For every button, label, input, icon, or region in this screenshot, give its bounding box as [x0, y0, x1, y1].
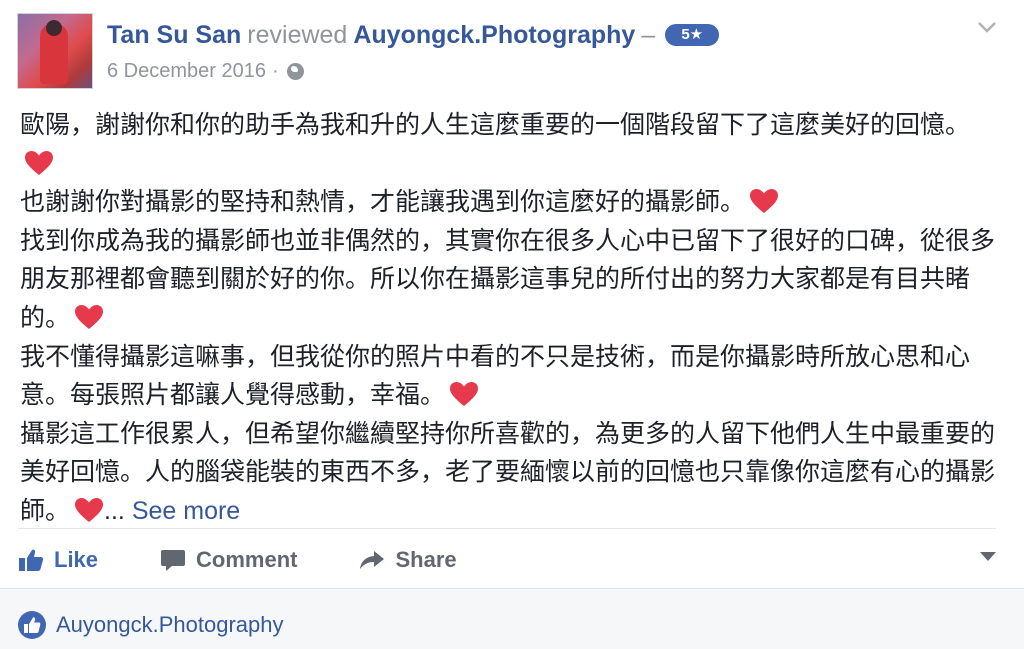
- comment-label: Comment: [196, 547, 298, 572]
- like-label: Like: [54, 547, 99, 572]
- review-paragraph: 我不懂得攝影這嘛事，但我從你的照片中看的不只是技術，而是你攝影時所放心思和心意。…: [20, 338, 1000, 415]
- review-verb: reviewed: [247, 21, 348, 49]
- globe-icon[interactable]: [286, 62, 304, 80]
- header-dash: –: [641, 21, 656, 49]
- avatar-head: [46, 20, 62, 36]
- commenting-as-bar: Auyongck.Photography: [0, 588, 1024, 649]
- post-date-link[interactable]: 6 December 2016: [107, 60, 266, 83]
- review-paragraph: 也謝謝你對攝影的堅持和熱情，才能讓我遇到你這麼好的攝影師。: [20, 183, 1000, 222]
- like-button[interactable]: Like: [18, 547, 98, 573]
- comment-icon: [161, 550, 186, 571]
- review-paragraph: 攝影這工作很累人，但希望你繼續堅持你所喜歡的，為更多的人留下他們人生中最重要的美…: [20, 415, 1000, 531]
- comment-button[interactable]: Comment: [160, 547, 297, 573]
- heart-icon: [450, 382, 479, 407]
- audience-caret-button[interactable]: [980, 552, 996, 561]
- heart-icon: [25, 150, 53, 175]
- thumbs-up-icon: [24, 617, 41, 633]
- page-profile-icon[interactable]: [18, 611, 46, 639]
- author-avatar[interactable]: [17, 13, 93, 89]
- heart-icon: [75, 304, 104, 329]
- review-paragraph-text: 歐陽，謝謝你和你的助手為我和升的人生這麼重要的一個階段留下了這麼美好的回憶。: [20, 111, 971, 139]
- review-paragraph: 找到你成為我的攝影師也並非偶然的，其實你在很多人心中已留下了很好的口碑，從很多朋…: [20, 222, 1000, 338]
- post-meta: 6 December 2016 ·: [107, 58, 304, 84]
- review-paragraph-text: 也謝謝你對攝影的堅持和熱情，才能讓我遇到你這麼好的攝影師。: [20, 188, 746, 217]
- page-name-footer-link[interactable]: Auyongck.Photography: [56, 609, 284, 641]
- post-actions: Like Comment Share: [18, 540, 998, 580]
- date-separator: ·: [271, 59, 279, 82]
- page-name-link[interactable]: Auyongck.Photography: [353, 18, 635, 52]
- review-paragraph-text: 我不懂得攝影這嘛事，但我從你的照片中看的不只是技術，而是你攝影時所放心思和心意。…: [20, 342, 971, 410]
- post-options-button[interactable]: [974, 14, 1000, 40]
- share-button[interactable]: Share: [359, 547, 457, 573]
- ellipsis: ...: [104, 496, 125, 525]
- actions-divider: [18, 528, 996, 529]
- review-paragraph: 歐陽，謝謝你和你的助手為我和升的人生這麼重要的一個階段留下了這麼美好的回憶。: [20, 106, 1000, 183]
- heart-icon: [750, 189, 779, 214]
- share-label: Share: [395, 547, 457, 572]
- review-text: 歐陽，謝謝你和你的助手為我和升的人生這麼重要的一個階段留下了這麼美好的回憶。 也…: [20, 106, 1000, 531]
- post-header: Tan Su San reviewed Auyongck.Photography…: [107, 18, 720, 52]
- chevron-down-icon: [978, 22, 996, 33]
- see-more-link[interactable]: See more: [132, 497, 240, 525]
- heart-icon: [75, 497, 104, 522]
- review-paragraph-text: 找到你成為我的攝影師也並非偶然的，其實你在很多人心中已留下了很好的口碑，從很多朋…: [20, 226, 996, 332]
- author-name-link[interactable]: Tan Su San: [107, 18, 241, 52]
- thumbs-up-icon: [19, 549, 44, 571]
- share-arrow-icon: [360, 551, 385, 569]
- rating-badge: 5★: [665, 24, 720, 46]
